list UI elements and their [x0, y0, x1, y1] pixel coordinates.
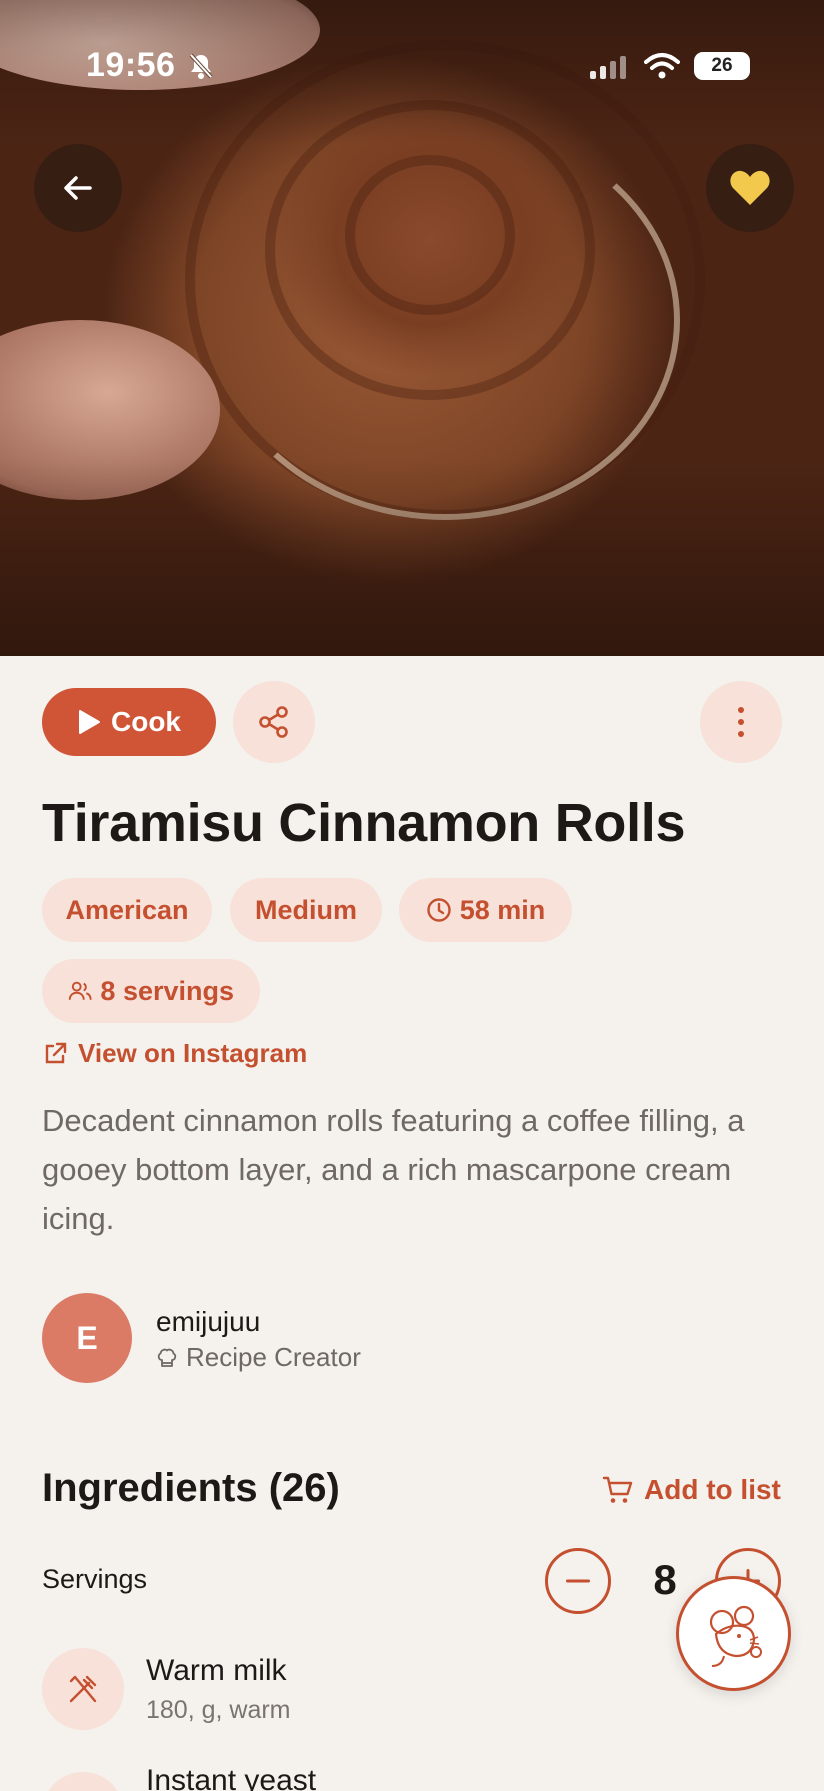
time-label: 58 min — [459, 894, 546, 925]
minus-icon — [566, 1579, 590, 1583]
difficulty-chip: Medium — [230, 878, 382, 942]
ingredients-title: Ingredients (26) — [42, 1466, 340, 1510]
servings-chip: 8 servings — [42, 959, 260, 1023]
instagram-link-label: View on Instagram — [78, 1038, 308, 1068]
cuisine-label: American — [65, 894, 189, 925]
ingredient-item[interactable]: Warm milk 180, g, warm — [42, 1648, 291, 1730]
time-chip: 58 min — [399, 878, 572, 942]
author-role-label: Recipe Creator — [186, 1342, 361, 1372]
clock-icon — [427, 898, 451, 922]
chef-hat-icon — [157, 1348, 177, 1367]
wifi-icon — [644, 53, 680, 79]
servings-label: Servings — [42, 1564, 148, 1594]
ingredient-name: Warm milk — [146, 1654, 287, 1687]
author-name[interactable]: emijujuu — [156, 1306, 260, 1338]
cuisine-chip: American — [42, 878, 212, 942]
recipe-title: Tiramisu Cinnamon Rolls — [42, 793, 686, 853]
ingredient-icon — [42, 1648, 124, 1730]
add-to-list-button[interactable]: Add to list — [602, 1474, 781, 1506]
people-icon — [68, 981, 92, 1000]
view-on-instagram-link[interactable]: View on Instagram — [42, 1038, 307, 1069]
servings-count: 8 — [653, 1556, 677, 1603]
servings-chip-label: 8 servings — [100, 975, 234, 1006]
play-icon — [79, 710, 100, 734]
ingredient-name: Instant yeast — [146, 1764, 317, 1791]
author-role: Recipe Creator — [156, 1342, 361, 1373]
favorite-button[interactable] — [706, 144, 794, 232]
utensils-icon — [69, 1675, 97, 1703]
more-vertical-icon — [738, 707, 744, 737]
share-button[interactable] — [233, 681, 315, 763]
assistant-mascot-button[interactable] — [676, 1576, 791, 1691]
mouse-mascot-icon — [709, 1605, 762, 1667]
cook-button-label: Cook — [111, 706, 181, 737]
ingredient-quantity: 180, g, warm — [146, 1696, 291, 1724]
battery-indicator: 26 — [694, 52, 750, 80]
status-bar: 19:56 26 — [0, 0, 824, 130]
back-arrow-icon — [64, 176, 92, 200]
add-to-list-label: Add to list — [644, 1474, 781, 1505]
cellular-signal-icon — [590, 56, 626, 79]
share-icon — [259, 706, 288, 738]
decrease-servings-button[interactable] — [545, 1548, 611, 1614]
bell-muted-icon — [189, 53, 213, 79]
recipe-description: Decadent cinnamon rolls featuring a coff… — [42, 1103, 745, 1236]
external-link-icon — [45, 1042, 67, 1063]
ingredient-icon — [42, 1772, 124, 1791]
ingredient-item[interactable]: Instant yeast — [42, 1764, 316, 1791]
back-button[interactable] — [34, 144, 122, 232]
author-avatar[interactable]: E — [42, 1293, 132, 1383]
difficulty-label: Medium — [255, 894, 358, 925]
status-time: 19:56 — [86, 46, 176, 84]
more-options-button[interactable] — [700, 681, 782, 763]
heart-icon — [730, 170, 770, 205]
cook-button[interactable]: Cook — [42, 688, 216, 756]
cart-icon — [602, 1476, 633, 1503]
